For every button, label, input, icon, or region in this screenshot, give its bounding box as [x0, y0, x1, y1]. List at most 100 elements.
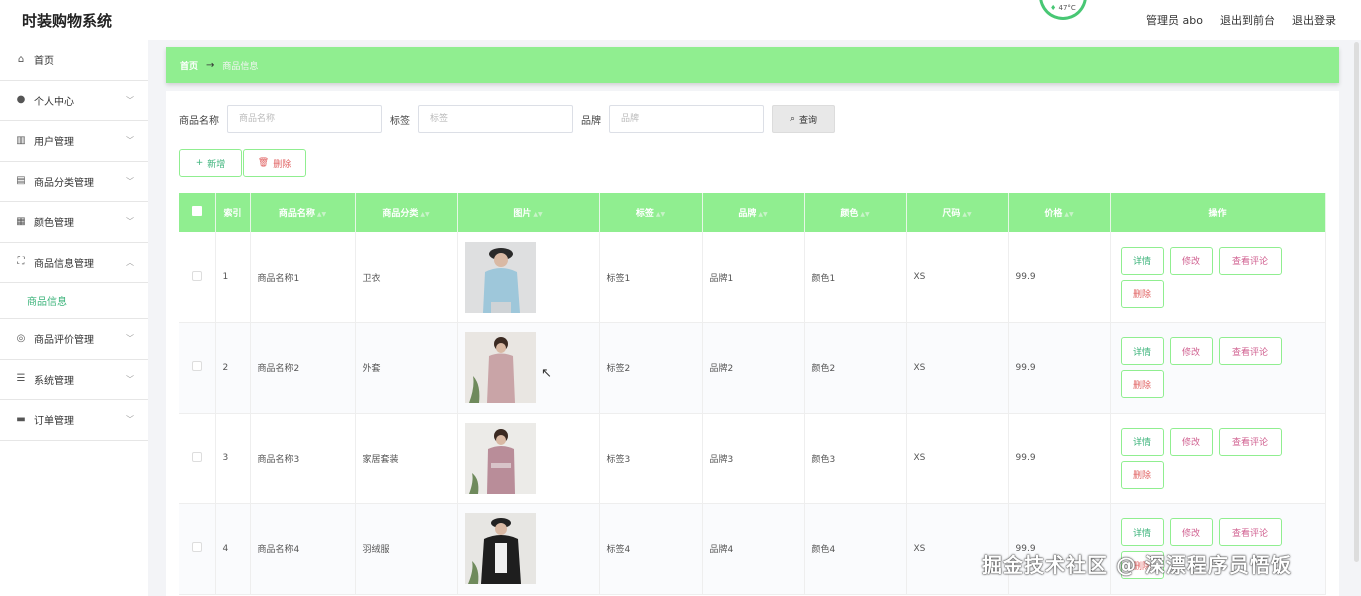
cell-size: XS: [906, 232, 1009, 323]
query-button[interactable]: ⌕ 查询: [772, 105, 835, 133]
top-nav: 管理员 abo 退出到前台 退出登录: [1146, 12, 1336, 28]
column-header-price[interactable]: 价格 ▲▼: [1008, 193, 1111, 232]
row-checkbox[interactable]: [191, 270, 202, 281]
cell-tag: 标签1: [599, 232, 703, 323]
sidebar-item-product-info-management[interactable]: ⛶ 商品信息管理 ︿: [0, 243, 148, 283]
product-image: [464, 513, 536, 585]
bar-chart-icon: ▥: [16, 134, 26, 146]
sidebar-item-user-management[interactable]: ▥ 用户管理 ﹀: [0, 121, 148, 162]
plus-icon: +: [195, 158, 204, 168]
cell-size: XS: [906, 322, 1009, 414]
truck-icon: ▬: [16, 413, 26, 425]
view-comments-button[interactable]: 查看评论: [1218, 518, 1282, 547]
cell-brand: 品牌3: [702, 413, 805, 504]
select-all-checkbox[interactable]: [191, 206, 202, 216]
back-to-front-link[interactable]: 退出到前台: [1220, 12, 1275, 28]
temperature-value: 47°C: [1058, 4, 1076, 12]
breadcrumb-home[interactable]: 首页: [180, 59, 198, 72]
chevron-up-icon: ︿: [126, 257, 134, 267]
delete-button[interactable]: 删除: [1120, 370, 1164, 399]
row-actions: 详情 修改 查看评论 删除: [1118, 246, 1288, 308]
delete-button[interactable]: 删除: [1120, 279, 1164, 308]
user-icon: ●: [16, 94, 26, 106]
cell-brand: 品牌4: [702, 503, 805, 595]
sort-icon[interactable]: ▲▼: [533, 211, 542, 218]
detail-button[interactable]: 详情: [1120, 518, 1164, 547]
breadcrumb-current: 商品信息: [222, 61, 259, 72]
cell-brand: 品牌2: [702, 322, 805, 414]
brand-search-input[interactable]: [609, 105, 764, 133]
view-comments-button[interactable]: 查看评论: [1218, 337, 1282, 366]
page-scrollbar[interactable]: [1354, 42, 1359, 562]
edit-button[interactable]: 修改: [1169, 427, 1213, 456]
sort-icon[interactable]: ▲▼: [758, 211, 767, 218]
sidebar-item-review-management[interactable]: ◎ 商品评价管理 ﹀: [0, 319, 148, 360]
sort-icon[interactable]: ▲▼: [420, 211, 429, 218]
column-header-tag[interactable]: 标签 ▲▼: [599, 193, 703, 232]
row-actions: 详情 修改 查看评论 删除: [1118, 337, 1288, 399]
sidebar-item-label: 商品信息管理: [34, 258, 94, 270]
list-icon: ☰: [16, 373, 26, 385]
delete-button[interactable]: 删除: [1120, 460, 1164, 489]
row-checkbox[interactable]: [191, 361, 202, 372]
temperature-readout: ♦ 47°C: [1050, 4, 1076, 12]
view-comments-button[interactable]: 查看评论: [1218, 427, 1282, 456]
detail-button[interactable]: 详情: [1120, 427, 1164, 456]
row-checkbox[interactable]: [191, 451, 202, 462]
main-content: 首页 → 商品信息 商品名称 标签 品牌 ⌕ 查询 + 新增 🗑 删除: [166, 40, 1339, 596]
column-header-actions: 操作: [1110, 193, 1326, 232]
column-header-size[interactable]: 尺码 ▲▼: [906, 193, 1009, 232]
row-checkbox[interactable]: [191, 542, 202, 553]
name-label: 商品名称: [179, 115, 219, 127]
leaf-icon: ♦: [1050, 4, 1057, 12]
cell-category: 外套: [355, 322, 458, 414]
logout-link[interactable]: 退出登录: [1292, 12, 1336, 28]
add-button[interactable]: + 新增: [179, 149, 242, 177]
detail-button[interactable]: 详情: [1120, 337, 1164, 366]
cell-name: 商品名称1: [250, 232, 356, 323]
sort-icon[interactable]: ▲▼: [1064, 211, 1073, 218]
search-form: 商品名称 标签 品牌 ⌕ 查询: [179, 105, 835, 133]
sort-icon[interactable]: ▲▼: [860, 211, 869, 218]
column-header-color[interactable]: 颜色 ▲▼: [804, 193, 907, 232]
product-table: 索引 商品名称 ▲▼ 商品分类 ▲▼ 图片 ▲▼ 标签 ▲▼ 品牌 ▲▼ 颜色 ▲▼ 尺码 ▲…: [179, 193, 1326, 595]
sidebar-item-personal-center[interactable]: ● 个人中心 ﹀: [0, 81, 148, 121]
row-actions: 详情 修改 查看评论 删除: [1118, 427, 1288, 489]
column-header-category[interactable]: 商品分类 ▲▼: [355, 193, 458, 232]
cell-color: 颜色1: [804, 232, 907, 323]
column-header-brand[interactable]: 品牌 ▲▼: [702, 193, 805, 232]
sidebar-item-category-management[interactable]: ▤ 商品分类管理 ﹀: [0, 162, 148, 202]
cell-color: 颜色2: [804, 322, 907, 414]
tag-search-input[interactable]: [418, 105, 573, 133]
select-all-header[interactable]: [179, 193, 216, 232]
bulk-delete-button[interactable]: 🗑 删除: [243, 149, 306, 177]
sidebar-item-system-management[interactable]: ☰ 系统管理 ﹀: [0, 360, 148, 400]
table-row: 3 商品名称3 家居套装 标签3 品牌3 颜色3 XS 99.9 详情 修改 查…: [179, 413, 1326, 504]
name-search-input[interactable]: [227, 105, 382, 133]
mouse-cursor-icon: ↖: [541, 366, 552, 381]
edit-button[interactable]: 修改: [1169, 518, 1213, 547]
watermark: 掘金技术社区 @ 深漂程序员悟饭: [982, 553, 1292, 577]
table-row: 1 商品名称1 卫衣 标签1 品牌1 颜色1 XS 99.9 详情 修改 查看评…: [179, 232, 1326, 323]
view-comments-button[interactable]: 查看评论: [1218, 246, 1282, 275]
sidebar: ⌂ 首页 ● 个人中心 ﹀ ▥ 用户管理 ﹀ ▤ 商品分类管理 ﹀ ▦ 颜色管理…: [0, 40, 148, 596]
cell-brand: 品牌1: [702, 232, 805, 323]
sidebar-item-order-management[interactable]: ▬ 订单管理 ﹀: [0, 400, 148, 441]
cell-size: XS: [906, 413, 1009, 504]
edit-button[interactable]: 修改: [1169, 246, 1213, 275]
sort-icon[interactable]: ▲▼: [656, 211, 665, 218]
column-header-name[interactable]: 商品名称 ▲▼: [250, 193, 356, 232]
sidebar-item-color-management[interactable]: ▦ 颜色管理 ﹀: [0, 202, 148, 243]
edit-button[interactable]: 修改: [1169, 337, 1213, 366]
sidebar-item-home[interactable]: ⌂ 首页: [0, 40, 148, 81]
column-header-image[interactable]: 图片 ▲▼: [457, 193, 600, 232]
sort-icon[interactable]: ▲▼: [317, 211, 326, 218]
cell-tag: 标签2: [599, 322, 703, 414]
compass-icon: ◎: [16, 332, 26, 344]
sidebar-subitem-product-info[interactable]: 商品信息: [0, 283, 148, 319]
detail-button[interactable]: 详情: [1120, 246, 1164, 275]
sidebar-item-label: 订单管理: [34, 416, 74, 428]
cell-name: 商品名称2: [250, 322, 356, 414]
sort-icon[interactable]: ▲▼: [962, 211, 971, 218]
query-button-label: 查询: [799, 115, 818, 126]
